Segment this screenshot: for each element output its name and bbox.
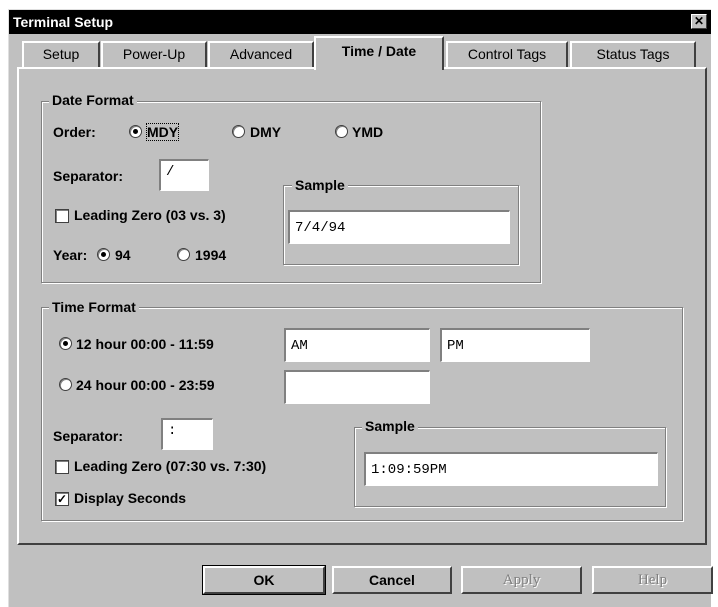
date-sample-field: 7/4/94	[288, 210, 510, 244]
hour24-label[interactable]: 24 hour 00:00 - 23:59	[76, 377, 215, 393]
tab-control-tags[interactable]: Control Tags	[446, 41, 568, 67]
date-leading-zero-label[interactable]: Leading Zero (03 vs. 3)	[74, 207, 226, 223]
date-format-legend: Date Format	[49, 92, 137, 108]
time-sample-field: 1:09:59PM	[364, 452, 658, 486]
window-title: Terminal Setup	[13, 14, 114, 30]
hour24-radio[interactable]	[59, 378, 72, 391]
hour12-label[interactable]: 12 hour 00:00 - 11:59	[76, 336, 214, 352]
pm-input[interactable]: PM	[440, 328, 590, 362]
tab-label: Status Tags	[596, 46, 670, 62]
order-ymd-radio[interactable]	[335, 125, 348, 138]
time-sample-legend: Sample	[362, 418, 418, 434]
tab-power-up[interactable]: Power-Up	[101, 41, 207, 67]
checkmark-icon: ✓	[56, 492, 68, 506]
order-mdy-radio[interactable]	[129, 125, 142, 138]
year-1994-label[interactable]: 1994	[195, 247, 226, 263]
am-input[interactable]: AM	[284, 328, 430, 362]
time-leading-zero-label[interactable]: Leading Zero (07:30 vs. 7:30)	[74, 458, 266, 474]
tab-label: Advanced	[229, 46, 293, 62]
date-separator-input[interactable]: /	[159, 159, 209, 191]
order-dmy-label[interactable]: DMY	[250, 124, 281, 140]
tab-time-date[interactable]: Time / Date	[314, 36, 444, 70]
order-dmy-radio[interactable]	[232, 125, 245, 138]
time-separator-label: Separator:	[53, 428, 124, 444]
cancel-button[interactable]: Cancel	[332, 566, 452, 594]
order-mdy-label[interactable]: MDY	[145, 123, 180, 141]
title-bar[interactable]: Terminal Setup ✕	[9, 10, 711, 34]
order-ymd-label[interactable]: YMD	[352, 124, 383, 140]
apply-button[interactable]: Apply	[461, 566, 582, 594]
tab-advanced[interactable]: Advanced	[208, 41, 314, 67]
tab-label: Setup	[42, 46, 80, 62]
tab-label: Control Tags	[467, 46, 547, 62]
date-sample-legend: Sample	[292, 177, 348, 193]
tab-setup[interactable]: Setup	[22, 41, 100, 67]
display-seconds-checkbox[interactable]: ✓	[55, 492, 69, 506]
date-leading-zero-checkbox[interactable]	[55, 209, 69, 223]
year-94-radio[interactable]	[97, 248, 110, 261]
tab-status-tags[interactable]: Status Tags	[570, 41, 696, 67]
hour24-input[interactable]	[284, 370, 430, 404]
time-leading-zero-checkbox[interactable]	[55, 460, 69, 474]
time-separator-input[interactable]: :	[161, 418, 213, 450]
year-1994-radio[interactable]	[177, 248, 190, 261]
order-label: Order:	[53, 124, 96, 140]
close-icon: ✕	[693, 14, 705, 28]
tab-label: Time / Date	[341, 43, 417, 59]
ok-button[interactable]: OK	[202, 565, 326, 595]
display-seconds-label[interactable]: Display Seconds	[74, 490, 186, 506]
help-button[interactable]: Help	[592, 566, 713, 594]
year-94-label[interactable]: 94	[115, 247, 131, 263]
active-tab-joint	[318, 66, 442, 71]
year-label: Year:	[53, 247, 88, 263]
hour12-radio[interactable]	[59, 337, 72, 350]
date-separator-label: Separator:	[53, 168, 124, 184]
close-button[interactable]: ✕	[691, 14, 707, 29]
tab-label: Power-Up	[122, 46, 186, 62]
time-format-legend: Time Format	[49, 299, 139, 315]
